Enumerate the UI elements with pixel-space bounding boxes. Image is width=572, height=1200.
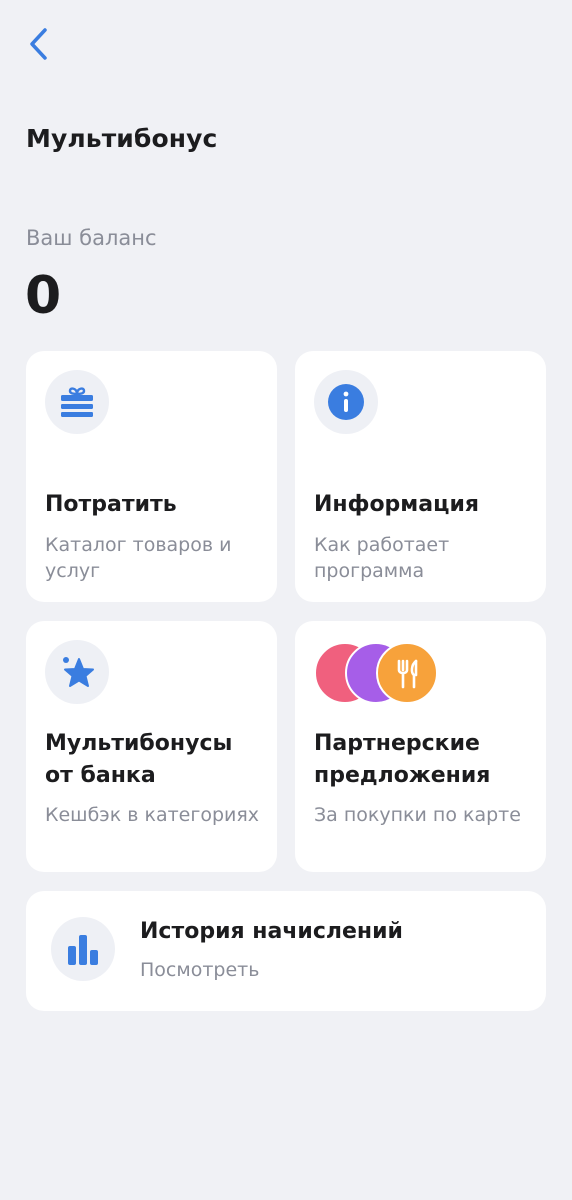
bank-bonuses-title: Мультибонусы от банка <box>45 731 233 788</box>
spend-subtitle: Каталог товаров и услуг <box>45 534 232 582</box>
info-title: Информация <box>314 492 479 517</box>
chevron-left-icon <box>30 28 47 60</box>
balance-label: Ваш баланс <box>26 226 157 250</box>
bank-bonuses-subtitle: Кешбэк в категориях <box>45 804 260 826</box>
info-card[interactable]: Информация Как работает программа <box>295 351 546 602</box>
history-title: История начислений <box>140 919 403 944</box>
star-icon <box>45 640 109 704</box>
info-subtitle: Как работает программа <box>314 534 450 582</box>
bar-chart-icon <box>51 917 115 981</box>
spend-card[interactable]: Потратить Каталог товаров и услуг <box>26 351 277 602</box>
page-title: Мультибонус <box>26 124 218 153</box>
gift-icon <box>45 370 109 434</box>
partners-title: Партнерские предложения <box>314 731 491 788</box>
partner-logos <box>314 640 444 704</box>
info-icon <box>314 370 378 434</box>
partners-subtitle: За покупки по карте <box>314 804 521 826</box>
bank-bonuses-card[interactable]: Мультибонусы от банка Кешбэк в категория… <box>26 621 277 872</box>
fork-knife-icon <box>376 642 438 704</box>
balance-value: 0 <box>25 266 62 326</box>
partners-card[interactable]: Партнерские предложения За покупки по ка… <box>295 621 546 872</box>
history-subtitle: Посмотреть <box>140 959 260 981</box>
back-button[interactable] <box>26 22 70 66</box>
spend-title: Потратить <box>45 492 177 517</box>
history-card[interactable]: История начислений Посмотреть <box>26 891 546 1011</box>
